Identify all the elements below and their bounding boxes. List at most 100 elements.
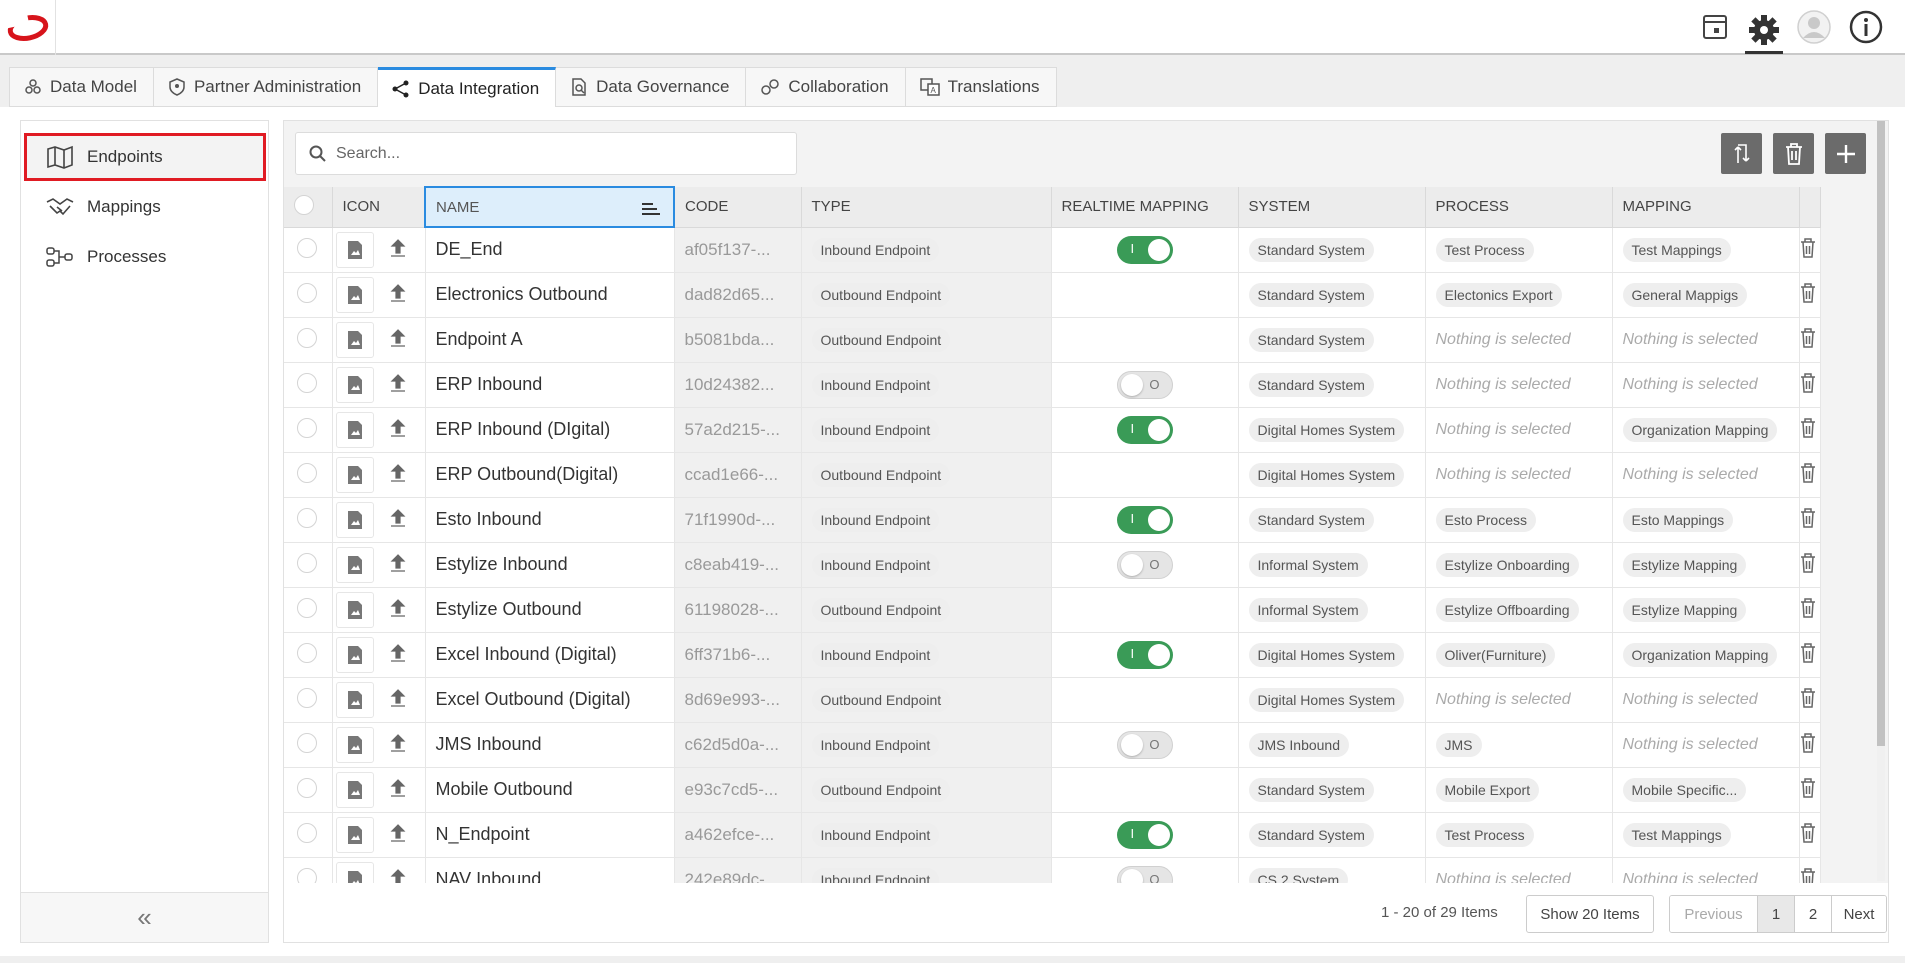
row-delete-icon[interactable] — [1800, 732, 1820, 757]
row-select-radio[interactable] — [297, 822, 317, 843]
realtime-toggle[interactable]: O — [1116, 550, 1173, 579]
table-row[interactable]: Electronics Outbound dad82d65... Outbound … — [284, 272, 1821, 318]
table-row[interactable]: N_Endpoint a462efce-... Inbound Endpoint I S… — [284, 812, 1821, 858]
upload-icon[interactable] — [374, 733, 422, 757]
previous-page-button[interactable]: Previous — [1670, 896, 1758, 932]
upload-icon[interactable] — [374, 643, 422, 667]
tab-data-model[interactable]: Data Model — [9, 67, 154, 107]
row-delete-icon[interactable] — [1800, 417, 1820, 442]
row-select-radio[interactable] — [297, 282, 317, 303]
realtime-toggle[interactable]: I — [1116, 415, 1173, 444]
row-select-radio[interactable] — [297, 417, 317, 438]
row-select-radio[interactable] — [297, 327, 317, 348]
delete-button[interactable] — [1773, 133, 1814, 174]
row-delete-icon[interactable] — [1800, 372, 1820, 397]
row-delete-icon[interactable] — [1800, 552, 1820, 577]
upload-icon[interactable] — [374, 823, 422, 847]
select-all-checkbox[interactable] — [284, 187, 333, 228]
upload-icon[interactable] — [374, 283, 422, 307]
brand-logo[interactable] — [5, 12, 50, 42]
row-delete-icon[interactable] — [1800, 822, 1820, 847]
page-size-button[interactable]: Show 20 Items — [1526, 895, 1654, 933]
row-select-radio[interactable] — [297, 867, 317, 883]
realtime-toggle[interactable]: I — [1116, 640, 1173, 669]
row-delete-icon[interactable] — [1800, 507, 1820, 532]
column-header-process[interactable]: PROCESS — [1425, 187, 1613, 228]
user-avatar-icon[interactable] — [1795, 8, 1833, 46]
column-header-system[interactable]: SYSTEM — [1238, 187, 1426, 228]
upload-icon[interactable] — [374, 598, 422, 622]
row-select-radio[interactable] — [297, 552, 317, 573]
column-header-realtime-mapping[interactable]: REALTIME MAPPING — [1051, 187, 1239, 228]
row-select-radio[interactable] — [297, 372, 317, 393]
upload-icon[interactable] — [374, 553, 422, 577]
upload-icon[interactable] — [374, 418, 422, 442]
row-select-radio[interactable] — [297, 507, 317, 528]
column-header-icon[interactable]: ICON — [332, 187, 426, 228]
row-select-radio[interactable] — [297, 237, 317, 258]
table-row[interactable]: ERP Outbound(Digital) ccad1e66-... Outboun… — [284, 452, 1821, 498]
row-select-radio[interactable] — [297, 642, 317, 663]
upload-icon[interactable] — [374, 373, 422, 397]
table-row[interactable]: Endpoint Ab5081bda... Outbound Endpoint St… — [284, 317, 1821, 363]
row-delete-icon[interactable] — [1800, 687, 1820, 712]
table-row[interactable]: DE_End af05f137-... Inbound Endpoint I Stand… — [284, 227, 1821, 273]
upload-icon[interactable] — [374, 463, 422, 487]
vertical-scrollbar[interactable] — [1877, 121, 1885, 881]
realtime-toggle[interactable]: O — [1116, 865, 1173, 883]
sidebar-item-endpoints[interactable]: Endpoints — [24, 133, 266, 181]
realtime-toggle[interactable]: I — [1116, 505, 1173, 534]
row-delete-icon[interactable] — [1800, 867, 1820, 883]
gear-icon[interactable] — [1745, 8, 1783, 54]
column-header-type[interactable]: TYPE — [801, 187, 1052, 228]
page-button-1[interactable]: 1 — [1758, 896, 1795, 932]
row-select-radio[interactable] — [297, 687, 317, 708]
row-select-radio[interactable] — [297, 777, 317, 798]
table-row[interactable]: ERP Inbound (DIgital) 57a2d215-... Inbound… — [284, 407, 1821, 453]
row-select-radio[interactable] — [297, 732, 317, 753]
tab-data-integration[interactable]: Data Integration — [378, 67, 557, 107]
upload-icon[interactable] — [374, 238, 422, 262]
page-button-2[interactable]: 2 — [1795, 896, 1832, 932]
row-select-radio[interactable] — [297, 462, 317, 483]
table-row[interactable]: Excel Outbound (Digital) 8d69e993-... Outb… — [284, 677, 1821, 723]
table-row[interactable]: Excel Inbound (Digital) 6ff371b6-... Inbou… — [284, 632, 1821, 678]
upload-icon[interactable] — [374, 688, 422, 712]
column-header-name[interactable]: NAME — [424, 186, 675, 228]
sidebar-collapse-button[interactable]: « — [21, 892, 268, 942]
table-row[interactable]: Mobile Outbound e93c7cd5-... Outbound Endp… — [284, 767, 1821, 813]
sidebar-item-processes[interactable]: Processes — [24, 233, 266, 281]
row-delete-icon[interactable] — [1800, 642, 1820, 667]
tab-partner-administration[interactable]: Partner Administration — [153, 67, 379, 107]
search-input[interactable] — [336, 142, 776, 166]
table-row[interactable]: JMS Inbound c62d5d0a-... Inbound Endpoint O… — [284, 722, 1821, 768]
table-row[interactable]: ERP Inbound 10d24382... Inbound Endpoint O S… — [284, 362, 1821, 408]
realtime-toggle[interactable]: I — [1116, 235, 1173, 264]
row-delete-icon[interactable] — [1800, 282, 1820, 307]
row-select-radio[interactable] — [297, 597, 317, 618]
next-page-button[interactable]: Next — [1832, 896, 1886, 932]
realtime-toggle[interactable]: O — [1116, 730, 1173, 759]
sidebar-item-mappings[interactable]: Mappings — [24, 183, 266, 231]
tab-translations[interactable]: A Translations — [905, 67, 1057, 107]
column-header-code[interactable]: CODE — [674, 187, 802, 228]
upload-icon[interactable] — [374, 328, 422, 352]
upload-icon[interactable] — [374, 508, 422, 532]
table-row[interactable]: NAV Inbound 242e89dc-... Inbound Endpoint O… — [284, 857, 1821, 883]
tab-collaboration[interactable]: Collaboration — [746, 67, 906, 107]
realtime-toggle[interactable]: I — [1116, 820, 1173, 849]
upload-icon[interactable] — [374, 868, 422, 883]
upload-icon[interactable] — [374, 778, 422, 802]
scrollbar-thumb[interactable] — [1877, 121, 1885, 746]
book-icon[interactable] — [1696, 8, 1734, 46]
row-delete-icon[interactable] — [1800, 327, 1820, 352]
table-row[interactable]: Estylize Inbound c8eab419-... Inbound Endp… — [284, 542, 1821, 588]
tab-data-governance[interactable]: Data Governance — [556, 67, 747, 107]
table-row[interactable]: Esto Inbound 71f1990d-... Inbound Endpoint… — [284, 497, 1821, 543]
row-delete-icon[interactable] — [1800, 777, 1820, 802]
row-delete-icon[interactable] — [1800, 237, 1820, 262]
info-icon[interactable] — [1847, 8, 1885, 46]
add-button[interactable] — [1825, 133, 1866, 174]
column-header-mapping[interactable]: MAPPING — [1612, 187, 1800, 228]
sync-button[interactable] — [1721, 133, 1762, 174]
